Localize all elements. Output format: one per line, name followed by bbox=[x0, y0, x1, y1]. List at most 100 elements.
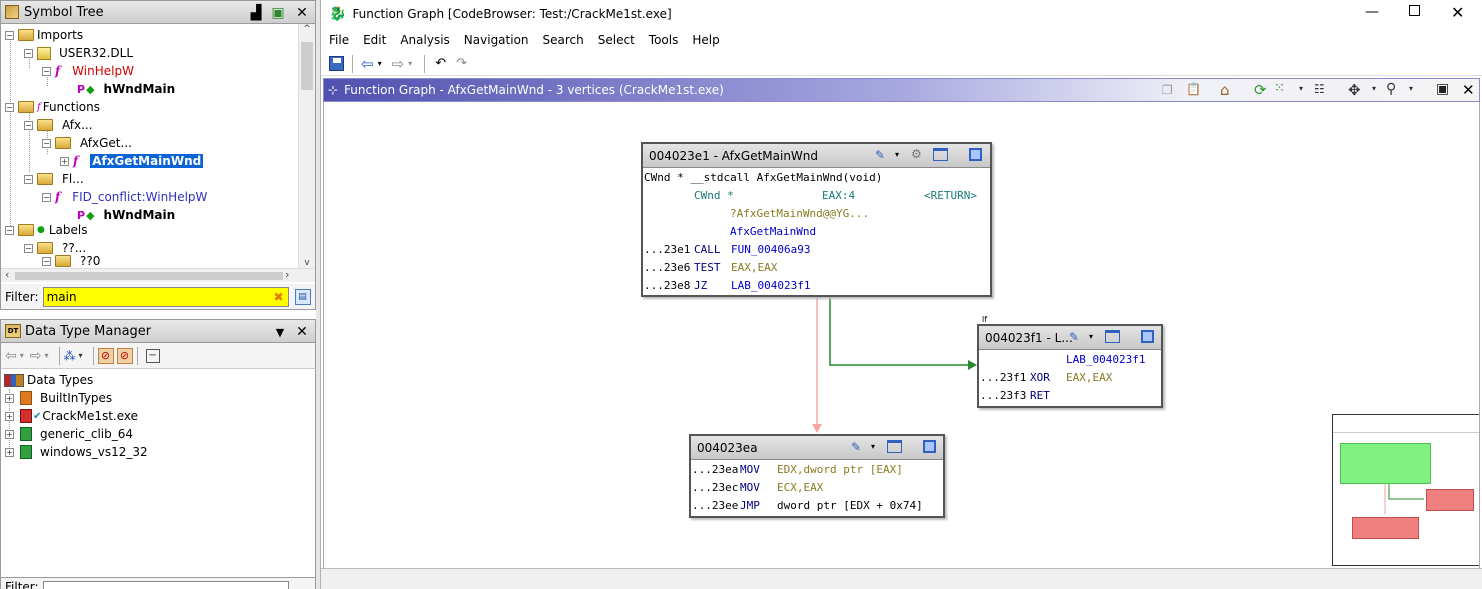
home-icon[interactable]: ⌂ bbox=[1220, 81, 1230, 99]
tree-item-functions[interactable]: − f Functions bbox=[5, 98, 100, 116]
tree-item-crackme[interactable]: + ✔ CrackMe1st.exe bbox=[5, 407, 138, 425]
paste-icon[interactable]: 📋 bbox=[1186, 82, 1201, 96]
instruction-row[interactable]: ...23ee JMP dword ptr [EDX + 0x74] bbox=[692, 496, 943, 514]
edit-label-icon[interactable]: ✎ bbox=[1069, 330, 1079, 344]
tree-item-afxget[interactable]: − AfxGet... bbox=[42, 134, 132, 152]
close-icon[interactable]: ✕ bbox=[293, 4, 311, 22]
dropdown-icon[interactable]: ▾ bbox=[79, 351, 83, 360]
layout-icon[interactable]: ⁙ bbox=[1274, 81, 1285, 96]
filter-pointers-icon[interactable]: ⊘ bbox=[116, 347, 133, 364]
scrollbar-thumb[interactable] bbox=[15, 272, 283, 280]
back-arrow-icon[interactable]: ⇦ bbox=[361, 55, 374, 73]
close-window-button[interactable]: ✕ bbox=[1451, 3, 1464, 22]
instruction-row[interactable]: ...23ea MOV EDX,dword ptr [EAX] bbox=[692, 460, 943, 478]
dropdown-icon[interactable]: ▾ bbox=[1089, 332, 1093, 341]
collapse-icon[interactable]: − bbox=[24, 243, 33, 253]
expand-icon[interactable]: + bbox=[5, 393, 14, 403]
forward-arrow-icon[interactable]: ⇨ bbox=[30, 348, 42, 364]
split-divider[interactable] bbox=[316, 0, 321, 589]
collapse-icon[interactable]: − bbox=[5, 30, 14, 40]
tree-item-fl[interactable]: − Fl... bbox=[24, 170, 84, 188]
menu-tools[interactable]: Tools bbox=[642, 33, 686, 47]
tree-item-hwndmain-2[interactable]: P ◆ hWndMain bbox=[77, 206, 175, 224]
instruction-row[interactable]: ...23e6 TEST EAX,EAX bbox=[644, 258, 990, 276]
vertical-scrollbar[interactable]: ^ v bbox=[298, 24, 315, 268]
snapshot-icon[interactable]: ▣ bbox=[1436, 81, 1449, 97]
tree-options-icon[interactable]: ⁂ bbox=[64, 349, 76, 363]
instruction-row[interactable]: ...23f3 RET bbox=[980, 386, 1161, 404]
node-header[interactable]: 004023f1 - L... ✎ ▾ bbox=[979, 326, 1161, 350]
menu-search[interactable]: Search bbox=[536, 33, 591, 47]
edit-label-icon[interactable]: ✎ bbox=[851, 440, 861, 454]
graph-node-entry[interactable]: 004023e1 - AfxGetMainWnd ✎ ▾ ⚙ CWnd * __… bbox=[641, 142, 992, 297]
filter-input[interactable]: main ✖ bbox=[42, 286, 289, 307]
expand-icon[interactable]: + bbox=[5, 411, 14, 421]
refresh-icon[interactable]: ⟳ bbox=[1254, 81, 1267, 99]
undo-icon[interactable]: ↶ bbox=[435, 56, 446, 71]
graph-node-return[interactable]: 004023f1 - L... ✎ ▾ LAB_004023f1 ...23f1… bbox=[977, 324, 1163, 408]
expand-icon[interactable]: + bbox=[5, 447, 14, 457]
graph-node-jump[interactable]: 004023ea ✎ ▾ ...23ea MOV EDX,dword ptr [… bbox=[689, 434, 945, 518]
node-header[interactable]: 004023ea ✎ ▾ bbox=[691, 436, 943, 460]
dropdown-icon[interactable]: ▾ bbox=[20, 351, 24, 360]
tree-item-qq0[interactable]: − ??0 bbox=[42, 255, 100, 267]
tree-item-winhelpw[interactable]: − f WinHelpW bbox=[42, 62, 134, 80]
expand-icon[interactable]: + bbox=[60, 156, 69, 166]
snapshot-icon[interactable]: ▟ bbox=[247, 4, 265, 22]
menu-dropdown-icon[interactable]: ▼ bbox=[271, 323, 289, 341]
collapse-icon[interactable]: − bbox=[42, 66, 51, 76]
instruction-row[interactable]: ...23ec MOV ECX,EAX bbox=[692, 478, 943, 496]
zoom-icon[interactable]: ⚲ bbox=[1386, 81, 1396, 97]
edit-label-icon[interactable]: ✎ bbox=[875, 148, 885, 162]
full-view-icon[interactable] bbox=[1141, 330, 1154, 343]
tree-item-hwndmain-1[interactable]: P ◆ hWndMain bbox=[77, 80, 175, 98]
tree-item-fid-conflict[interactable]: − f FID_conflict:WinHelpW bbox=[42, 188, 207, 206]
tree-item-windows-vs12[interactable]: + windows_vs12_32 bbox=[5, 443, 148, 461]
collapse-icon[interactable]: − bbox=[24, 120, 33, 130]
collapse-icon[interactable]: − bbox=[5, 225, 14, 235]
graph-canvas[interactable]: 004023e1 - AfxGetMainWnd ✎ ▾ ⚙ CWnd * __… bbox=[323, 102, 1480, 568]
satellite-view[interactable] bbox=[1332, 414, 1479, 566]
menu-edit[interactable]: Edit bbox=[356, 33, 393, 47]
grid-icon[interactable]: ☷ bbox=[1314, 82, 1325, 96]
tree-item-user32[interactable]: − USER32.DLL bbox=[24, 44, 133, 62]
full-view-icon[interactable] bbox=[969, 148, 982, 161]
collapse-icon[interactable]: − bbox=[24, 174, 33, 184]
tree-item-data-types[interactable]: Data Types bbox=[4, 371, 93, 389]
filter-input[interactable] bbox=[43, 581, 289, 589]
tree-item-labels[interactable]: − ● Labels bbox=[5, 221, 87, 239]
minimize-button[interactable]: — bbox=[1365, 4, 1379, 20]
collapse-icon[interactable]: − bbox=[24, 48, 33, 58]
tree-item-generic-clib[interactable]: + generic_clib_64 bbox=[5, 425, 133, 443]
redo-icon[interactable]: ↷ bbox=[456, 56, 467, 71]
tree-item-afx[interactable]: − Afx... bbox=[24, 116, 93, 134]
close-icon[interactable]: ✕ bbox=[1462, 81, 1475, 99]
collapse-icon[interactable]: − bbox=[42, 256, 51, 266]
node-header[interactable]: 004023e1 - AfxGetMainWnd ✎ ▾ ⚙ bbox=[643, 144, 990, 168]
xref-icon[interactable]: ⚙ bbox=[911, 147, 922, 161]
menu-select[interactable]: Select bbox=[591, 33, 642, 47]
dropdown-icon[interactable]: ▾ bbox=[1372, 84, 1376, 93]
instruction-row[interactable]: ...23e8 JZ LAB_004023f1 bbox=[644, 276, 990, 294]
scrollbar-thumb[interactable] bbox=[301, 42, 313, 90]
instruction-row[interactable]: ...23e1 CALL FUN_00406a93 bbox=[644, 240, 990, 258]
filter-options-icon[interactable]: ▤ bbox=[294, 288, 311, 305]
dropdown-icon[interactable]: ▾ bbox=[1299, 84, 1303, 93]
restore-icon[interactable] bbox=[1105, 330, 1120, 343]
tree-item-afxgetmainwnd[interactable]: + f AfxGetMainWnd bbox=[60, 152, 204, 170]
tree-item-imports[interactable]: − Imports bbox=[5, 26, 83, 44]
collapse-icon[interactable]: − bbox=[42, 192, 51, 202]
collapse-icon[interactable]: − bbox=[42, 138, 51, 148]
collapse-icon[interactable]: − bbox=[5, 102, 14, 112]
full-view-icon[interactable] bbox=[923, 440, 936, 453]
close-icon[interactable]: ✕ bbox=[293, 323, 311, 341]
menu-analysis[interactable]: Analysis bbox=[393, 33, 456, 47]
dropdown-icon[interactable]: ▾ bbox=[44, 351, 48, 360]
restore-icon[interactable] bbox=[933, 148, 948, 161]
collapse-all-icon[interactable]: − bbox=[145, 348, 160, 363]
dropdown-icon[interactable]: ▾ bbox=[895, 150, 899, 159]
dropdown-icon[interactable]: ▾ bbox=[378, 59, 382, 68]
restore-icon[interactable] bbox=[887, 440, 902, 453]
save-icon[interactable] bbox=[329, 56, 344, 71]
filter-arrays-icon[interactable]: ⊘ bbox=[97, 347, 114, 364]
